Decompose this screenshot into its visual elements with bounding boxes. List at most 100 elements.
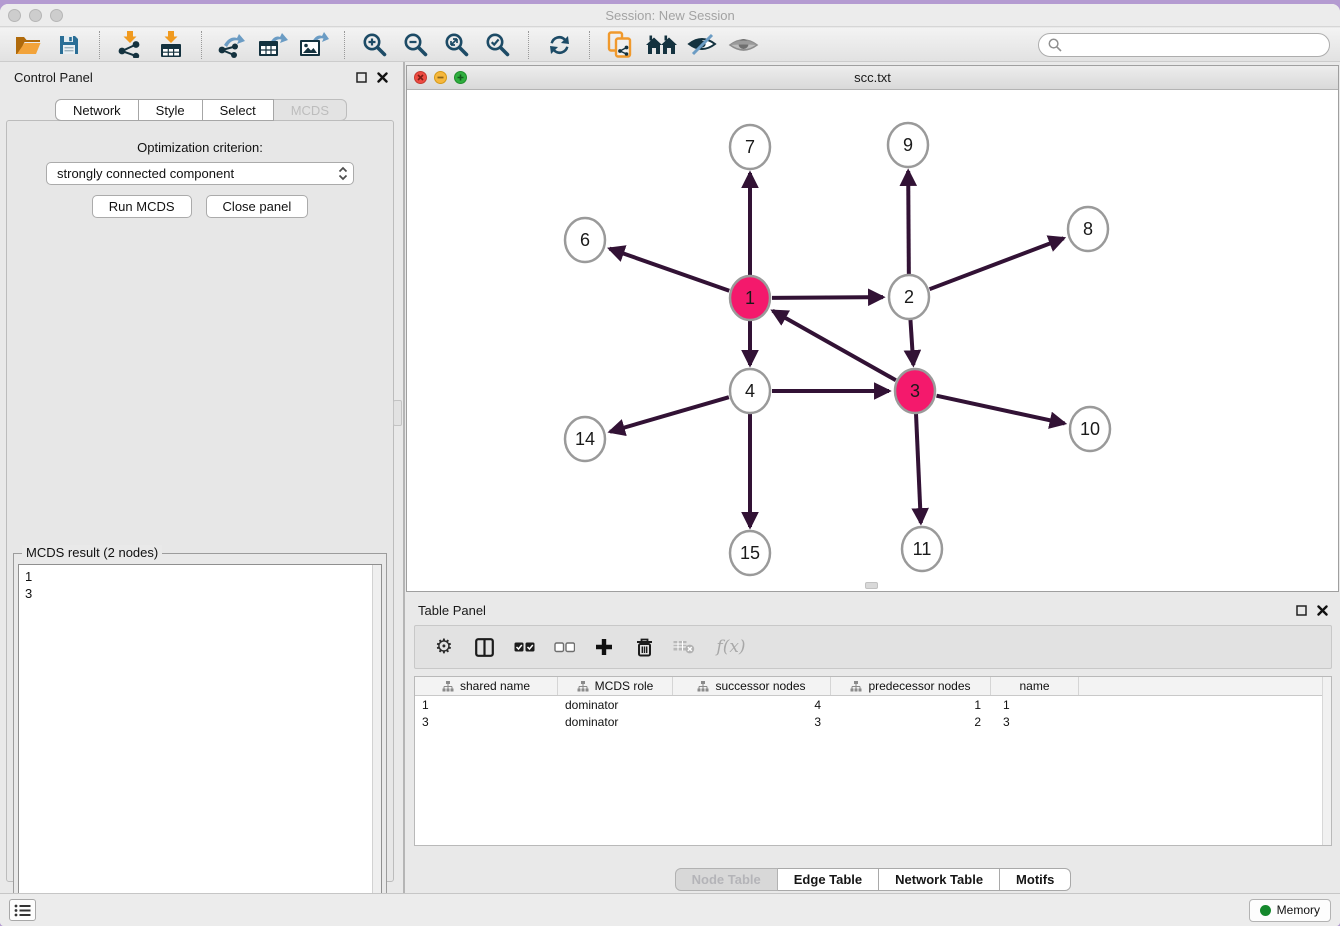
close-panel-icon[interactable] bbox=[377, 72, 388, 83]
app-window: Session: New Session bbox=[0, 4, 1340, 926]
control-panel-tabs: Network Style Select MCDS bbox=[0, 99, 402, 121]
cell-shared-name[interactable]: 3 bbox=[415, 713, 558, 730]
graph-node-11[interactable]: 11 bbox=[902, 527, 942, 571]
split-panel-button[interactable] bbox=[469, 632, 499, 662]
close-panel-icon[interactable] bbox=[1317, 605, 1328, 616]
network-graph-svg[interactable]: 1 2 3 4 6 7 8 9 10 11 14 15 bbox=[407, 90, 1338, 591]
graph-node-3[interactable]: 3 bbox=[895, 369, 935, 413]
edge-3-11[interactable] bbox=[916, 413, 921, 523]
zoom-in-button[interactable] bbox=[357, 30, 393, 60]
clone-network-button[interactable] bbox=[602, 30, 638, 60]
edge-1-2[interactable] bbox=[772, 297, 883, 298]
import-network-button[interactable] bbox=[112, 30, 148, 60]
table-scrollbar[interactable] bbox=[1322, 677, 1331, 845]
zoom-fit-button[interactable] bbox=[439, 30, 475, 60]
zoom-out-button[interactable] bbox=[398, 30, 434, 60]
graph-node-4[interactable]: 4 bbox=[730, 369, 770, 413]
network-close-button[interactable] bbox=[414, 71, 427, 84]
edge-2-3[interactable] bbox=[910, 319, 913, 365]
table-header-row: shared name MCDS role successor nodes pr… bbox=[415, 677, 1331, 696]
edge-4-14[interactable] bbox=[610, 397, 729, 432]
edge-3-1[interactable] bbox=[773, 311, 896, 380]
home-button[interactable] bbox=[643, 30, 679, 60]
memory-button[interactable]: Memory bbox=[1249, 899, 1331, 922]
panel-divider-handle[interactable] bbox=[393, 400, 402, 426]
tab-mcds[interactable]: MCDS bbox=[274, 99, 347, 121]
search-input[interactable] bbox=[1067, 37, 1320, 52]
column-header-name[interactable]: name bbox=[991, 677, 1079, 695]
cell-mcds-role[interactable]: dominator bbox=[558, 696, 673, 713]
tab-edge-table[interactable]: Edge Table bbox=[778, 868, 879, 891]
show-all-button[interactable] bbox=[725, 30, 761, 60]
select-all-rows-button[interactable] bbox=[509, 632, 539, 662]
mcds-result-scrollbar[interactable] bbox=[372, 565, 381, 926]
graph-node-15[interactable]: 15 bbox=[730, 531, 770, 575]
cell-successor-nodes[interactable]: 4 bbox=[673, 696, 831, 713]
edge-1-6[interactable] bbox=[610, 249, 730, 291]
cell-predecessor-nodes[interactable]: 1 bbox=[831, 696, 991, 713]
network-canvas[interactable]: 1 2 3 4 6 7 8 9 10 11 14 15 bbox=[407, 90, 1338, 591]
export-network-icon bbox=[218, 32, 246, 58]
graph-node-1[interactable]: 1 bbox=[730, 276, 770, 320]
column-header-successor-nodes[interactable]: successor nodes bbox=[673, 677, 831, 695]
cell-mcds-role[interactable]: dominator bbox=[558, 713, 673, 730]
close-panel-button[interactable]: Close panel bbox=[206, 195, 309, 218]
zoom-in-icon bbox=[362, 32, 388, 58]
cell-predecessor-nodes[interactable]: 2 bbox=[831, 713, 991, 730]
delete-columns-button[interactable] bbox=[629, 632, 659, 662]
tab-network[interactable]: Network bbox=[55, 99, 139, 121]
float-panel-icon[interactable] bbox=[1296, 605, 1307, 616]
search-field[interactable] bbox=[1038, 33, 1330, 57]
run-mcds-button[interactable]: Run MCDS bbox=[92, 195, 192, 218]
graph-node-9[interactable]: 9 bbox=[888, 123, 928, 167]
function-builder-button-disabled: f(x) bbox=[709, 632, 753, 662]
network-window-title: scc.txt bbox=[407, 70, 1338, 85]
table-settings-button[interactable]: ⚙ bbox=[429, 632, 459, 662]
deselect-all-rows-button[interactable] bbox=[549, 632, 579, 662]
graph-node-2[interactable]: 2 bbox=[889, 275, 929, 319]
save-session-button[interactable] bbox=[51, 30, 87, 60]
table-row[interactable]: 3 dominator 3 2 3 bbox=[415, 713, 1331, 730]
cell-successor-nodes[interactable]: 3 bbox=[673, 713, 831, 730]
tab-network-table[interactable]: Network Table bbox=[879, 868, 1000, 891]
mcds-result-group: MCDS result (2 nodes) 1 3 bbox=[13, 553, 387, 926]
column-header-predecessor-nodes[interactable]: predecessor nodes bbox=[831, 677, 991, 695]
float-panel-icon[interactable] bbox=[356, 72, 367, 83]
mcds-result-text[interactable]: 1 3 bbox=[18, 564, 382, 926]
export-image-button[interactable] bbox=[296, 30, 332, 60]
graph-node-6[interactable]: 6 bbox=[565, 218, 605, 262]
add-column-button[interactable] bbox=[589, 632, 619, 662]
tab-node-table[interactable]: Node Table bbox=[675, 868, 778, 891]
cell-shared-name[interactable]: 1 bbox=[415, 696, 558, 713]
zoom-selected-button[interactable] bbox=[480, 30, 516, 60]
import-table-button[interactable] bbox=[153, 30, 189, 60]
tab-motifs[interactable]: Motifs bbox=[1000, 868, 1071, 891]
cell-name[interactable]: 1 bbox=[991, 696, 1079, 713]
tab-select[interactable]: Select bbox=[203, 99, 274, 121]
tab-style[interactable]: Style bbox=[139, 99, 203, 121]
graph-node-7[interactable]: 7 bbox=[730, 125, 770, 169]
table-row[interactable]: 1 dominator 4 1 1 bbox=[415, 696, 1331, 713]
export-table-button[interactable] bbox=[255, 30, 291, 60]
cell-name[interactable]: 3 bbox=[991, 713, 1079, 730]
close-x-icon bbox=[417, 74, 424, 81]
mcds-result-title: MCDS result (2 nodes) bbox=[22, 545, 162, 560]
graph-node-10[interactable]: 10 bbox=[1070, 407, 1110, 451]
canvas-splitter-handle[interactable] bbox=[865, 582, 878, 589]
hide-selected-button[interactable] bbox=[684, 30, 720, 60]
edge-2-9[interactable] bbox=[908, 171, 909, 275]
export-network-button[interactable] bbox=[214, 30, 250, 60]
open-session-button[interactable] bbox=[10, 30, 46, 60]
column-header-shared-name[interactable]: shared name bbox=[415, 677, 558, 695]
graph-node-14[interactable]: 14 bbox=[565, 417, 605, 461]
column-header-mcds-role[interactable]: MCDS role bbox=[558, 677, 673, 695]
mcds-panel: Optimization criterion: strongly connect… bbox=[6, 120, 394, 882]
refresh-button[interactable] bbox=[541, 30, 577, 60]
criterion-dropdown[interactable]: strongly connected component bbox=[46, 162, 354, 185]
graph-node-8[interactable]: 8 bbox=[1068, 207, 1108, 251]
edge-2-8[interactable] bbox=[930, 238, 1064, 289]
edge-3-10[interactable] bbox=[936, 396, 1064, 424]
network-zoom-button[interactable] bbox=[454, 71, 467, 84]
task-history-button[interactable] bbox=[9, 899, 36, 921]
network-minimize-button[interactable] bbox=[434, 71, 447, 84]
